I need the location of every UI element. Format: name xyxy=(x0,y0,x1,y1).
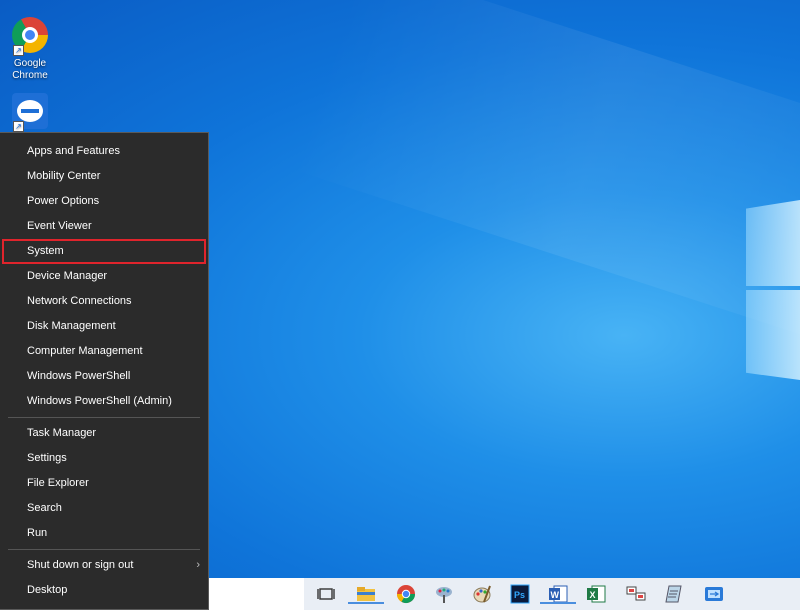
menu-item-computer-management[interactable]: Computer Management xyxy=(0,339,208,364)
paint-tool-icon[interactable] xyxy=(434,584,454,604)
menu-item-system[interactable]: System xyxy=(2,239,206,264)
menu-item-windows-powershell[interactable]: Windows PowerShell xyxy=(0,364,208,389)
winx-context-menu: Apps and Features Mobility Center Power … xyxy=(0,132,209,610)
menu-item-search[interactable]: Search xyxy=(0,496,208,521)
wallpaper-light-beam xyxy=(292,0,800,386)
task-view-icon[interactable] xyxy=(316,584,336,604)
word-icon[interactable]: W xyxy=(540,584,576,604)
menu-item-device-manager[interactable]: Device Manager xyxy=(0,264,208,289)
menu-item-settings[interactable]: Settings xyxy=(0,446,208,471)
wallpaper-windows-logo xyxy=(746,186,800,380)
menu-item-desktop[interactable]: Desktop xyxy=(0,578,208,603)
svg-text:X: X xyxy=(590,590,596,600)
menu-item-file-explorer[interactable]: File Explorer xyxy=(0,471,208,496)
menu-item-windows-powershell-admin[interactable]: Windows PowerShell (Admin) xyxy=(0,389,208,414)
chrome-icon[interactable] xyxy=(396,584,416,604)
photoshop-icon[interactable]: Ps xyxy=(510,584,530,604)
notepad-icon[interactable] xyxy=(664,584,684,604)
svg-text:Ps: Ps xyxy=(514,590,525,600)
menu-separator xyxy=(8,549,200,550)
chevron-right-icon: › xyxy=(196,559,200,571)
menu-item-task-manager[interactable]: Task Manager xyxy=(0,421,208,446)
menu-item-event-viewer[interactable]: Event Viewer xyxy=(0,214,208,239)
active-indicator xyxy=(348,602,384,604)
desktop-icon-teamviewer[interactable]: ↗ xyxy=(0,92,60,134)
file-explorer-icon[interactable] xyxy=(348,584,384,604)
menu-item-shut-down-or-sign-out[interactable]: Shut down or sign out › xyxy=(0,553,208,578)
excel-icon[interactable]: X xyxy=(586,584,606,604)
shortcut-arrow-icon: ↗ xyxy=(13,45,24,56)
teamviewer-icon[interactable] xyxy=(704,584,724,604)
remote-desktop-icon[interactable] xyxy=(626,584,646,604)
shortcut-arrow-icon: ↗ xyxy=(13,121,24,132)
menu-item-run[interactable]: Run xyxy=(0,521,208,546)
paint-palette-icon[interactable] xyxy=(472,584,492,604)
menu-item-power-options[interactable]: Power Options xyxy=(0,189,208,214)
desktop-icon-google-chrome[interactable]: ↗ Google Chrome xyxy=(0,16,60,82)
menu-separator xyxy=(8,417,200,418)
menu-item-mobility-center[interactable]: Mobility Center xyxy=(0,164,208,189)
svg-text:W: W xyxy=(551,590,560,600)
active-indicator xyxy=(540,602,576,604)
taskbar-search-area[interactable] xyxy=(209,578,304,610)
desktop-icon-label: Google Chrome xyxy=(12,58,48,81)
menu-item-disk-management[interactable]: Disk Management xyxy=(0,314,208,339)
menu-item-apps-and-features[interactable]: Apps and Features xyxy=(0,139,208,164)
menu-item-network-connections[interactable]: Network Connections xyxy=(0,289,208,314)
